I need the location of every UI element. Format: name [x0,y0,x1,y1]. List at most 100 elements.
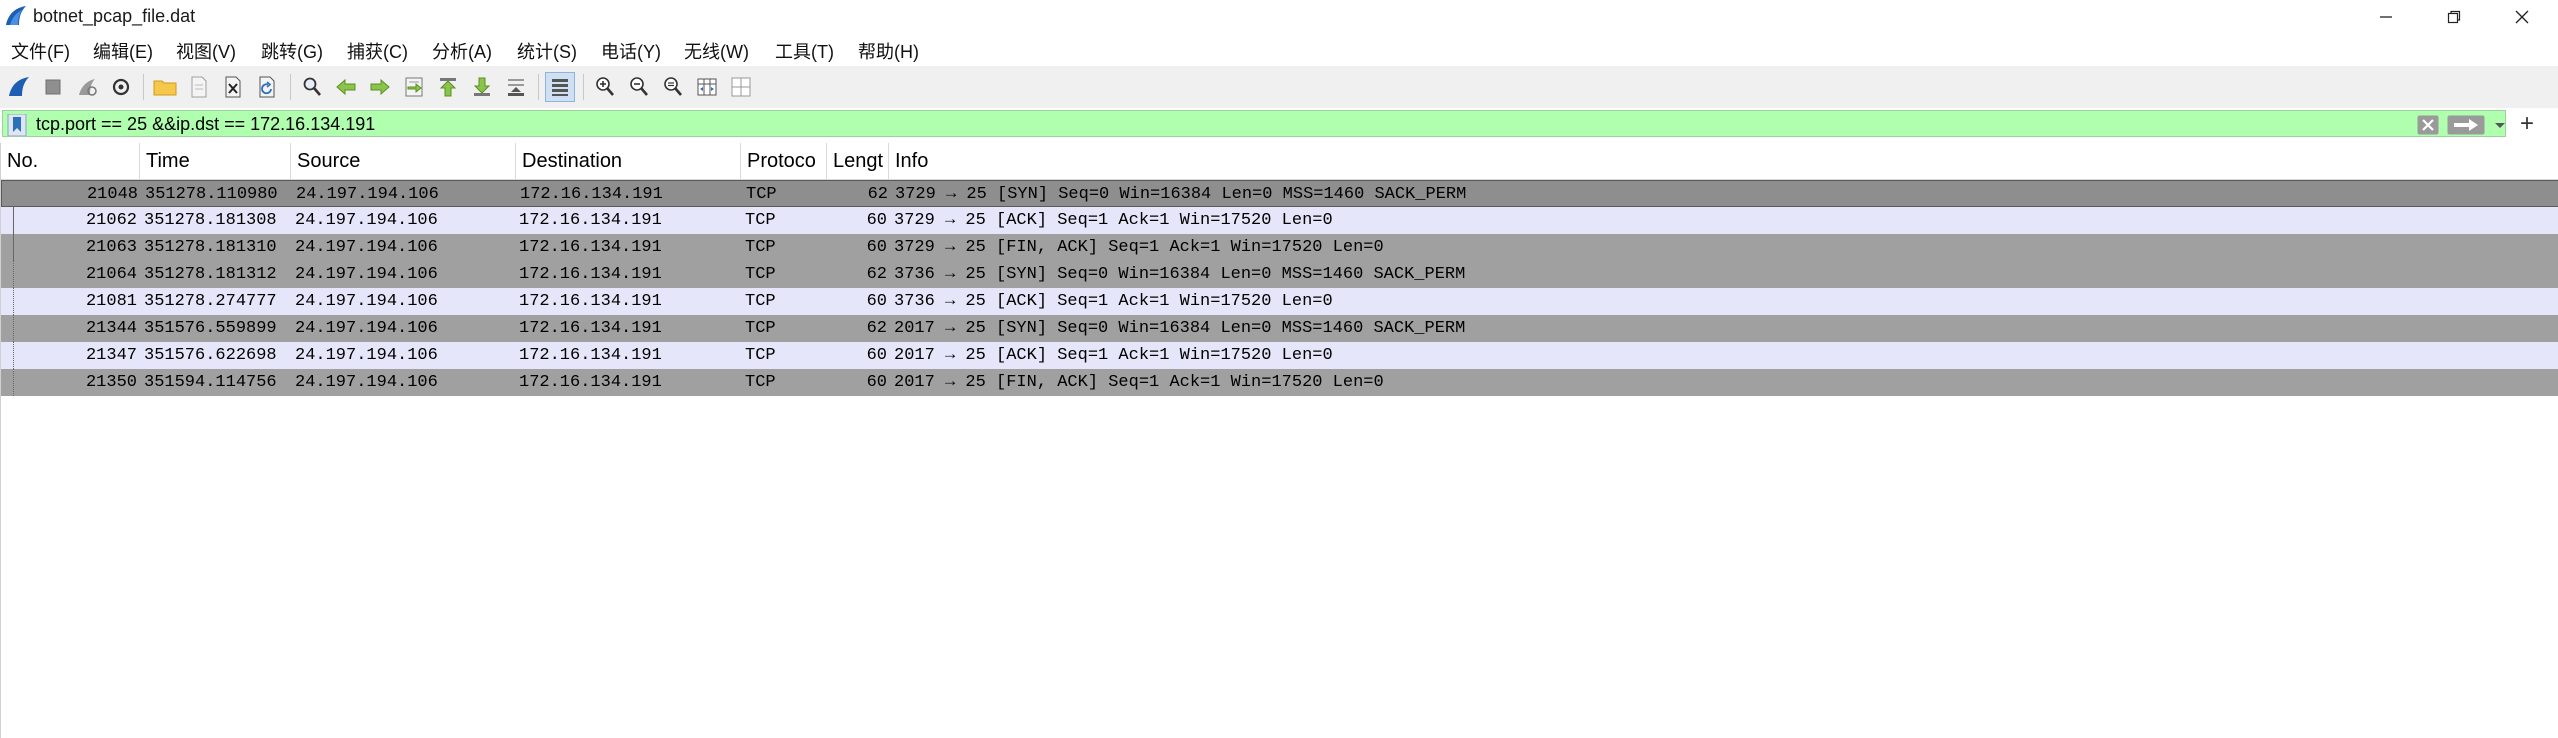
packet-source: 24.197.194.106 [295,211,438,230]
shark-fin-start-icon [9,77,29,96]
stop-capture-icon [45,79,61,95]
packet-time: 351576.622698 [144,346,277,365]
title-bar: botnet_pcap_file.dat [0,0,2558,33]
zoom-out-button[interactable] [624,72,654,102]
packet-source: 24.197.194.106 [295,238,438,257]
packet-number: 21344 [85,319,137,338]
go-back-button[interactable] [331,72,361,102]
packet-destination: 172.16.134.191 [519,292,662,311]
restore-button[interactable] [2420,0,2488,33]
capture-options-button[interactable] [106,72,136,102]
menu-go[interactable]: 跳转(G) [261,38,323,64]
menu-statistics[interactable]: 统计(S) [517,38,577,64]
menu-view[interactable]: 视图(V) [176,38,236,64]
packet-row[interactable]: 21347 351576.622698 24.197.194.106 172.1… [1,342,2558,369]
zoom-out-icon [630,77,648,96]
column-header-destination[interactable]: Destination [516,143,741,179]
packet-length: 62 [867,185,888,204]
packet-row[interactable]: 21063 351278.181310 24.197.194.106 172.1… [1,234,2558,261]
column-header-source[interactable]: Source [291,143,516,179]
packet-info: 3729 → 25 [ACK] Seq=1 Ack=1 Win=17520 Le… [894,211,1333,230]
packet-row[interactable]: 21048 351278.110980 24.197.194.106 172.1… [1,180,2558,207]
open-file-button[interactable] [150,72,180,102]
reload-file-button[interactable] [252,72,282,102]
menu-bar: 文件(F) 编辑(E) 视图(V) 跳转(G) 捕获(C) 分析(A) 统计(S… [0,33,2558,66]
apply-filter-icon[interactable] [2447,115,2485,135]
start-capture-button[interactable] [4,72,34,102]
close-window-button[interactable] [2488,0,2556,33]
find-packet-button[interactable] [297,72,327,102]
bookmark-icon[interactable] [7,114,27,136]
packet-destination: 172.16.134.191 [519,265,662,284]
packet-info: 2017 → 25 [SYN] Seq=0 Win=16384 Len=0 MS… [894,319,1466,338]
column-header-length[interactable]: Lengt [827,143,889,179]
packet-source: 24.197.194.106 [295,319,438,338]
column-header-protocol[interactable]: Protoco [741,143,827,179]
packet-protocol: TCP [745,211,776,230]
go-last-icon [473,77,491,96]
zoom-in-button[interactable] [590,72,620,102]
go-first-packet-button[interactable] [433,72,463,102]
find-packet-icon [303,77,321,96]
packet-row[interactable]: 21344 351576.559899 24.197.194.106 172.1… [1,315,2558,342]
filter-history-dropdown-icon[interactable] [2490,115,2510,135]
packet-destination: 172.16.134.191 [519,373,662,392]
menu-help[interactable]: 帮助(H) [858,38,919,64]
go-forward-button[interactable] [365,72,395,102]
packet-info: 3729 → 25 [FIN, ACK] Seq=1 Ack=1 Win=175… [894,238,1384,257]
packet-time: 351576.559899 [144,319,277,338]
packet-protocol: TCP [745,238,776,257]
clear-filter-icon[interactable] [2417,115,2439,135]
menu-edit[interactable]: 编辑(E) [93,38,153,64]
packet-source: 24.197.194.106 [295,265,438,284]
go-back-icon [336,78,356,96]
packet-row[interactable]: 21064 351278.181312 24.197.194.106 172.1… [1,261,2558,288]
packet-info: 2017 → 25 [ACK] Seq=1 Ack=1 Win=17520 Le… [894,346,1333,365]
packet-list-header: No. Time Source Destination Protoco Leng… [1,143,2558,180]
menu-wireless[interactable]: 无线(W) [684,38,749,64]
main-toolbar [0,66,2558,109]
menu-analyze[interactable]: 分析(A) [432,38,492,64]
packet-destination: 172.16.134.191 [519,319,662,338]
autoscroll-button[interactable] [501,72,531,102]
restore-icon [2447,10,2461,23]
colorize-button[interactable] [545,72,575,102]
menu-capture[interactable]: 捕获(C) [347,38,408,64]
toolbar-separator [143,74,144,100]
column-header-info[interactable]: Info [889,143,2558,179]
packet-row[interactable]: 21081 351278.274777 24.197.194.106 172.1… [1,288,2558,315]
reload-file-icon [259,76,275,98]
layout-button[interactable] [726,72,756,102]
save-file-button[interactable] [184,72,214,102]
column-header-time[interactable]: Time [140,143,291,179]
colorize-icon [552,79,568,96]
restart-capture-icon [79,79,97,96]
zoom-normal-button[interactable] [658,72,688,102]
column-header-no[interactable]: No. [1,143,140,179]
packet-protocol: TCP [746,185,777,204]
packet-protocol: TCP [745,319,776,338]
packet-row[interactable]: 21062 351278.181308 24.197.194.106 172.1… [1,207,2558,234]
menu-telephony[interactable]: 电话(Y) [601,38,661,64]
go-to-packet-icon [405,77,423,97]
stop-capture-button[interactable] [38,72,68,102]
restart-capture-button[interactable] [72,72,102,102]
display-filter-field [2,110,2506,137]
menu-file[interactable]: 文件(F) [11,38,70,64]
close-icon [2515,10,2529,23]
display-filter-bar: + [0,108,2558,140]
go-first-icon [439,78,457,97]
packet-row[interactable]: 21350 351594.114756 24.197.194.106 172.1… [1,369,2558,396]
close-file-button[interactable] [218,72,248,102]
go-to-packet-button[interactable] [399,72,429,102]
packet-length: 60 [866,346,887,365]
packet-source: 24.197.194.106 [295,346,438,365]
go-last-packet-button[interactable] [467,72,497,102]
autoscroll-icon [508,79,524,96]
add-filter-button[interactable]: + [2512,110,2542,137]
display-filter-input[interactable] [36,112,2336,136]
minimize-icon [2380,15,2392,18]
minimize-button[interactable] [2352,0,2420,33]
menu-tools[interactable]: 工具(T) [775,38,834,64]
resize-columns-button[interactable] [692,72,722,102]
